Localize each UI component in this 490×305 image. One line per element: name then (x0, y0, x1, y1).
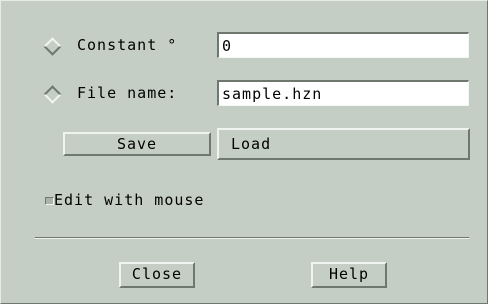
load-button[interactable]: Load (217, 128, 470, 160)
separator (35, 237, 469, 239)
edit-with-mouse-label: Edit with mouse (54, 191, 205, 209)
file-name-radio[interactable] (43, 85, 62, 104)
edit-with-mouse-checkbox[interactable] (45, 197, 54, 205)
constant-radio[interactable] (43, 37, 62, 56)
save-button[interactable]: Save (63, 132, 211, 156)
constant-label: Constant ° (77, 36, 178, 54)
file-name-input[interactable] (217, 80, 469, 106)
help-button[interactable]: Help (311, 262, 387, 288)
constant-input[interactable] (217, 32, 469, 58)
file-name-label: File name: (77, 84, 178, 102)
horizon-dialog: Constant ° File name: Save Load Edit wit… (0, 0, 488, 304)
close-button[interactable]: Close (119, 262, 195, 288)
